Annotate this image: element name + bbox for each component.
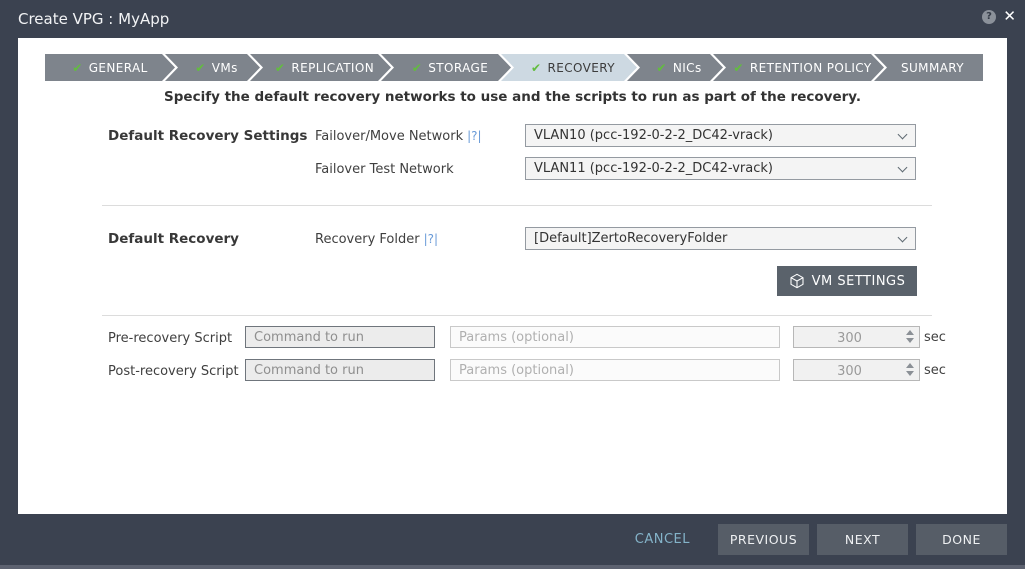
tab-label: REPLICATION (291, 61, 374, 75)
spinner-up-icon[interactable] (906, 330, 914, 335)
pre-recovery-timeout-value[interactable] (794, 329, 919, 349)
pre-recovery-timeout-unit: sec (924, 330, 946, 345)
select-value: VLAN11 (pcc-192-0-2-2_DC42-vrack) (534, 161, 773, 176)
help-marker-icon[interactable]: |?| (424, 232, 438, 246)
chevron-down-icon (898, 163, 908, 173)
tab-vms[interactable]: ✔ VMs (165, 54, 260, 81)
pre-recovery-script-label: Pre-recovery Script (108, 331, 232, 346)
cube-icon (789, 273, 805, 289)
check-icon: ✔ (275, 61, 285, 75)
tab-summary[interactable]: SUMMARY (874, 54, 983, 81)
failover-move-network-select[interactable]: VLAN10 (pcc-192-0-2-2_DC42-vrack) (525, 124, 916, 147)
vm-settings-label: VM SETTINGS (812, 274, 906, 289)
check-icon: ✔ (412, 61, 422, 75)
check-icon: ✔ (656, 61, 666, 75)
recovery-folder-label: Recovery Folder |?| (315, 232, 438, 247)
tab-general[interactable]: ✔ GENERAL (45, 54, 175, 81)
tab-storage[interactable]: ✔ STORAGE (381, 54, 511, 81)
tab-nics[interactable]: ✔ NICs (627, 54, 723, 81)
divider (102, 315, 932, 316)
check-icon: ✔ (733, 61, 743, 75)
check-icon: ✔ (72, 61, 82, 75)
post-recovery-timeout-value[interactable] (794, 362, 919, 382)
select-value: [Default]ZertoRecoveryFolder (534, 231, 727, 246)
label-text: Failover Test Network (315, 162, 454, 177)
wizard-steps: ✔ GENERAL ✔ VMs ✔ REPLICATION ✔ STORAGE … (45, 54, 983, 81)
post-recovery-command-input[interactable] (245, 359, 435, 381)
spinner-arrows (906, 330, 914, 343)
failover-test-network-label: Failover Test Network (315, 162, 454, 177)
post-recovery-script-label: Post-recovery Script (108, 364, 239, 379)
tab-label: NICs (673, 61, 702, 75)
tab-label: STORAGE (428, 61, 488, 75)
failover-move-network-label: Failover/Move Network |?| (315, 129, 482, 144)
spinner-down-icon[interactable] (906, 371, 914, 376)
vm-settings-button[interactable]: VM SETTINGS (777, 266, 917, 296)
close-icon[interactable]: ✕ (1003, 7, 1016, 25)
failover-test-network-select[interactable]: VLAN11 (pcc-192-0-2-2_DC42-vrack) (525, 157, 916, 180)
post-recovery-params-input[interactable] (450, 359, 780, 381)
pre-recovery-timeout-stepper[interactable] (793, 326, 920, 348)
page-description: Specify the default recovery networks to… (18, 89, 1007, 105)
check-icon: ✔ (531, 61, 541, 75)
pre-recovery-command-input[interactable] (245, 326, 435, 348)
select-value: VLAN10 (pcc-192-0-2-2_DC42-vrack) (534, 128, 773, 143)
next-button[interactable]: NEXT (817, 524, 908, 555)
tab-replication[interactable]: ✔ REPLICATION (250, 54, 391, 81)
dialog-footer: CANCEL PREVIOUS NEXT DONE (0, 514, 1025, 565)
tab-recovery[interactable]: ✔ RECOVERY (501, 54, 637, 81)
section-title-default-recovery-settings: Default Recovery Settings (108, 128, 307, 144)
tab-label: VMs (212, 61, 238, 75)
done-button[interactable]: DONE (916, 524, 1007, 555)
post-recovery-timeout-stepper[interactable] (793, 359, 920, 381)
spinner-arrows (906, 363, 914, 376)
label-text: Failover/Move Network (315, 129, 463, 144)
tab-retention-policy[interactable]: ✔ RETENTION POLICY (713, 54, 884, 81)
dialog-content: ✔ GENERAL ✔ VMs ✔ REPLICATION ✔ STORAGE … (18, 38, 1007, 514)
tab-label: RECOVERY (548, 61, 615, 75)
tab-label: GENERAL (89, 61, 148, 75)
divider (102, 205, 932, 206)
post-recovery-timeout-unit: sec (924, 363, 946, 378)
dialog-title: Create VPG : MyApp (18, 10, 169, 28)
cancel-button[interactable]: CANCEL (635, 532, 690, 547)
tab-label: RETENTION POLICY (750, 61, 872, 75)
section-title-default-recovery: Default Recovery (108, 231, 239, 247)
check-icon: ✔ (195, 61, 205, 75)
spinner-down-icon[interactable] (906, 338, 914, 343)
recovery-folder-select[interactable]: [Default]ZertoRecoveryFolder (525, 227, 916, 250)
window-edge-strip (0, 565, 1025, 569)
previous-button[interactable]: PREVIOUS (718, 524, 809, 555)
label-text: Recovery Folder (315, 232, 420, 247)
dialog-titlebar: Create VPG : MyApp ? ✕ (0, 0, 1025, 38)
help-icon[interactable]: ? (982, 10, 996, 24)
help-marker-icon[interactable]: |?| (467, 129, 481, 143)
chevron-down-icon (898, 130, 908, 140)
chevron-down-icon (898, 233, 908, 243)
spinner-up-icon[interactable] (906, 363, 914, 368)
tab-label: SUMMARY (901, 61, 964, 75)
pre-recovery-params-input[interactable] (450, 326, 780, 348)
